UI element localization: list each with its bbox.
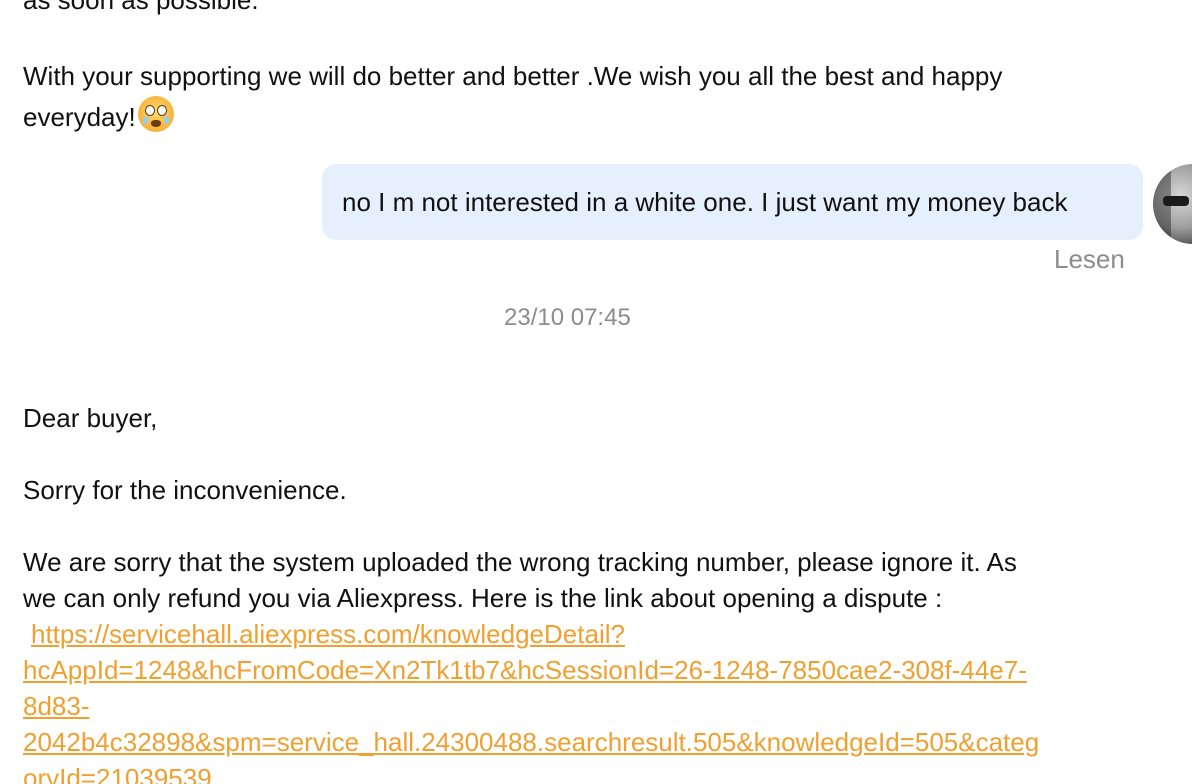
sunglasses-icon [1163,196,1189,206]
dispute-link-line-3[interactable]: 8d83- [23,688,90,724]
dispute-link[interactable]: https://servicehall.aliexpress.com/knowl… [31,619,625,649]
reply-apology: Sorry for the inconvenience. [23,475,347,505]
user-avatar[interactable] [1153,164,1192,244]
support-line-2: everyday! [23,96,1123,137]
dispute-link-line-2[interactable]: hcAppId=1248&hcFromCode=Xn2Tk1tb7&hcSess… [23,652,1027,688]
chat-conversation: as soon as possible. With your supportin… [0,0,1192,784]
reply-body-line-2: we can only refund you via Aliexpress. H… [23,583,943,613]
seller-support-message: With your supporting we will do better a… [23,56,1123,137]
dispute-link-line-1[interactable]: https://servicehall.aliexpress.com/knowl… [31,616,625,652]
reply-greeting: Dear buyer, [23,403,158,433]
dispute-link-cont-4[interactable]: oryId=21039539 [23,763,212,784]
support-line-2-text: everyday! [23,102,136,132]
pleading-face-emoji-icon [137,96,174,132]
dispute-link-line-4[interactable]: 2042b4c32898&spm=service_hall.24300488.s… [23,724,1039,760]
dispute-link-cont-2[interactable]: 8d83- [23,691,90,721]
dispute-link-line-5[interactable]: oryId=21039539 [23,760,212,784]
read-status: Lesen [1054,244,1125,274]
dispute-link-cont-3[interactable]: 2042b4c32898&spm=service_hall.24300488.s… [23,727,1039,757]
previous-message-tail: as soon as possible. [23,0,259,15]
message-timestamp: 23/10 07:45 [504,304,631,331]
dispute-link-cont-1[interactable]: hcAppId=1248&hcFromCode=Xn2Tk1tb7&hcSess… [23,655,1027,685]
user-message-bubble: no I m not interested in a white one. I … [322,164,1143,240]
reply-body-line-1: We are sorry that the system uploaded th… [23,547,1017,577]
support-line-1: With your supporting we will do better a… [23,61,1003,91]
